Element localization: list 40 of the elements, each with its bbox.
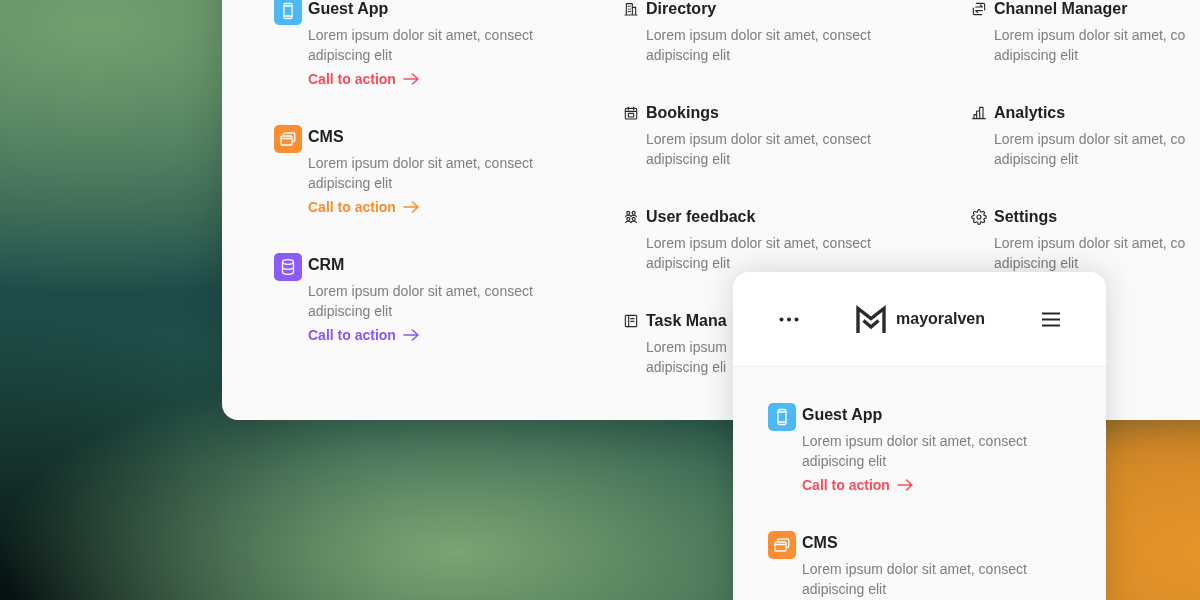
menu-item-title[interactable]: Settings [994,205,1058,229]
menu-item-title[interactable]: Guest App [802,403,883,427]
item-description: Lorem ipsum dolor sit amet, consect adipiscing elit [646,234,871,273]
item-description: Lorem ipsum dolor sit amet, consect adipiscing elit [308,154,533,193]
menu-item-title[interactable]: CMS [802,531,838,555]
menu-item-title[interactable]: Channel Manager [994,0,1128,21]
menu-item-title[interactable]: Analytics [994,101,1066,125]
menu-item-title[interactable]: User feedback [646,205,756,229]
menu-item-title[interactable]: Bookings [646,101,719,125]
menu-item-title[interactable]: CMS [308,125,344,149]
logo-icon [856,305,887,333]
item-description: Lorem ipsum dolor sit amet, consect adipiscing elit [646,130,871,169]
menu-item-title[interactable]: Directory [646,0,717,21]
item-description: Lorem ipsum dolor sit amet, co adipiscing elit [994,26,1186,65]
item-description: Lorem ipsum dolor sit amet, co adipiscing elit [994,234,1186,273]
calendar-icon [623,105,639,121]
arrow-icon [402,201,419,213]
brand-name: mayoralven [896,309,985,329]
users-icon [623,209,639,225]
item-description: Lorem ipsum dolor sit amet, consect adipiscing elit [802,432,1027,471]
building-icon [623,1,639,17]
item-description: Lorem ipsum dolor sit amet, co adipiscing elit [994,130,1186,169]
menu-icon[interactable] [1042,311,1060,327]
menu-item-title[interactable]: Task Mana [646,309,727,333]
item-description: Lorem ipsum dolor sit amet, consect adipiscing elit [646,26,871,65]
menu-item-title[interactable]: CRM [308,253,345,277]
document-icon [623,313,639,329]
item-description: Lorem ipsum adipiscing eli [646,338,727,377]
arrow-icon [402,329,419,341]
more-icon[interactable] [779,316,799,322]
arrow-icon [402,73,419,85]
item-description: Lorem ipsum dolor sit amet, consect adipiscing elit [802,560,1027,599]
arrows-icon [971,1,987,17]
settings-icon [971,209,987,225]
bar-chart-icon [971,105,987,121]
item-description: Lorem ipsum dolor sit amet, consect adipiscing elit [308,26,533,65]
item-description: Lorem ipsum dolor sit amet, consect adipiscing elit [308,282,533,321]
menu-item-title[interactable]: Guest App [308,0,389,21]
call-to-action-link[interactable]: Call to action [308,325,419,345]
arrow-icon [896,479,913,491]
